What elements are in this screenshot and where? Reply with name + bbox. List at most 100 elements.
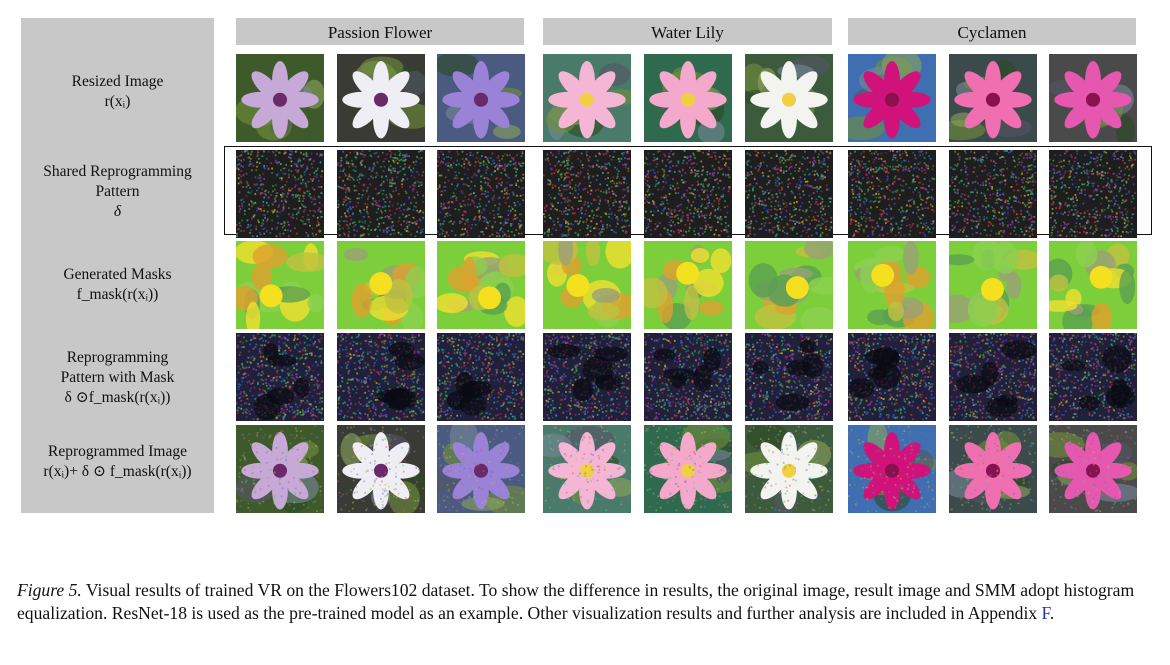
shared-pattern-picture [1049, 150, 1137, 238]
reprogrammed-image-picture [745, 425, 833, 513]
reprogrammed-image-tile [745, 425, 833, 513]
shared-pattern-picture [644, 150, 732, 238]
masked-pattern-picture [236, 333, 324, 421]
masked-pattern-picture [745, 333, 833, 421]
masked-pattern-picture [848, 333, 936, 421]
shared-pattern-picture [236, 150, 324, 238]
generated-mask-picture [644, 241, 732, 329]
generated-mask-tile [1049, 241, 1137, 329]
shared-pattern-picture [543, 150, 631, 238]
resized-image-tile [644, 54, 732, 142]
resized-image-tile [543, 54, 631, 142]
masked-pattern-picture [949, 333, 1037, 421]
reprogrammed-image-picture [543, 425, 631, 513]
masked-pattern-tile [437, 333, 525, 421]
shared-pattern-tile [1049, 150, 1137, 238]
resized-image-tile [745, 54, 833, 142]
generated-mask-tile [236, 241, 324, 329]
reprogrammed-image-tile [337, 425, 425, 513]
shared-pattern-tile [543, 150, 631, 238]
row-label-generated-masks: Generated Masks f_mask(r(xᵢ)) [63, 266, 172, 303]
generated-mask-tile [644, 241, 732, 329]
resized-image-picture [543, 54, 631, 142]
reprogrammed-image-picture [236, 425, 324, 513]
generated-mask-picture [949, 241, 1037, 329]
column-header-passion-flower: Passion Flower [236, 18, 524, 45]
shared-pattern-picture [848, 150, 936, 238]
generated-mask-picture [236, 241, 324, 329]
row-label-masked-pattern: Reprogramming Pattern with Mask δ ⊙f_mas… [60, 349, 175, 406]
resized-image-tile [337, 54, 425, 142]
reprogrammed-image-picture [848, 425, 936, 513]
reprogrammed-image-tile [543, 425, 631, 513]
masked-pattern-picture [437, 333, 525, 421]
shared-pattern-tile [337, 150, 425, 238]
generated-mask-picture [1049, 241, 1137, 329]
reprogrammed-image-tile [644, 425, 732, 513]
caption-label: Figure 5. [17, 580, 82, 600]
generated-mask-tile [848, 241, 936, 329]
shared-pattern-tile [644, 150, 732, 238]
resized-image-picture [337, 54, 425, 142]
reprogrammed-image-picture [337, 425, 425, 513]
shared-pattern-tile [437, 150, 525, 238]
reprogrammed-image-tile [1049, 425, 1137, 513]
masked-pattern-picture [543, 333, 631, 421]
reprogrammed-image-tile [236, 425, 324, 513]
shared-pattern-tile [236, 150, 324, 238]
masked-pattern-picture [337, 333, 425, 421]
shared-pattern-picture [949, 150, 1037, 238]
reprogrammed-image-picture [1049, 425, 1137, 513]
masked-pattern-tile [644, 333, 732, 421]
reprogrammed-image-tile [848, 425, 936, 513]
shared-pattern-picture [437, 150, 525, 238]
masked-pattern-picture [644, 333, 732, 421]
resized-image-tile [437, 54, 525, 142]
masked-pattern-tile [949, 333, 1037, 421]
masked-pattern-tile [543, 333, 631, 421]
reprogrammed-image-picture [644, 425, 732, 513]
masked-pattern-tile [337, 333, 425, 421]
resized-image-tile [236, 54, 324, 142]
masked-pattern-tile [745, 333, 833, 421]
reprogrammed-image-picture [949, 425, 1037, 513]
caption-text: Visual results of trained VR on the Flow… [17, 580, 1135, 623]
generated-mask-tile [745, 241, 833, 329]
generated-mask-tile [337, 241, 425, 329]
shared-pattern-picture [745, 150, 833, 238]
masked-pattern-tile [1049, 333, 1137, 421]
shared-pattern-picture [337, 150, 425, 238]
generated-mask-picture [848, 241, 936, 329]
generated-mask-tile [437, 241, 525, 329]
column-header-water-lily: Water Lily [543, 18, 832, 45]
generated-mask-picture [437, 241, 525, 329]
resized-image-tile [848, 54, 936, 142]
shared-pattern-tile [745, 150, 833, 238]
generated-mask-picture [337, 241, 425, 329]
resized-image-picture [745, 54, 833, 142]
resized-image-picture [848, 54, 936, 142]
column-header-cyclamen: Cyclamen [848, 18, 1136, 45]
reprogrammed-image-tile [949, 425, 1037, 513]
masked-pattern-tile [848, 333, 936, 421]
masked-pattern-picture [1049, 333, 1137, 421]
row-label-resized-image: Resized Image r(xᵢ) [71, 73, 164, 110]
appendix-link[interactable]: F [1042, 603, 1050, 623]
shared-pattern-tile [848, 150, 936, 238]
generated-mask-picture [543, 241, 631, 329]
resized-image-picture [644, 54, 732, 142]
resized-image-picture [437, 54, 525, 142]
masked-pattern-tile [236, 333, 324, 421]
row-label-reprogrammed-image: Reprogrammed Image r(xᵢ)+ δ ⊙ f_mask(r(x… [43, 443, 192, 480]
generated-mask-picture [745, 241, 833, 329]
row-label-shared-pattern: Shared Reprogramming Pattern δ [43, 163, 192, 220]
resized-image-picture [236, 54, 324, 142]
resized-image-picture [1049, 54, 1137, 142]
resized-image-tile [949, 54, 1037, 142]
reprogrammed-image-tile [437, 425, 525, 513]
reprogrammed-image-picture [437, 425, 525, 513]
figure-caption: Figure 5. Visual results of trained VR o… [17, 580, 1135, 623]
resized-image-tile [1049, 54, 1137, 142]
resized-image-picture [949, 54, 1037, 142]
generated-mask-tile [949, 241, 1037, 329]
